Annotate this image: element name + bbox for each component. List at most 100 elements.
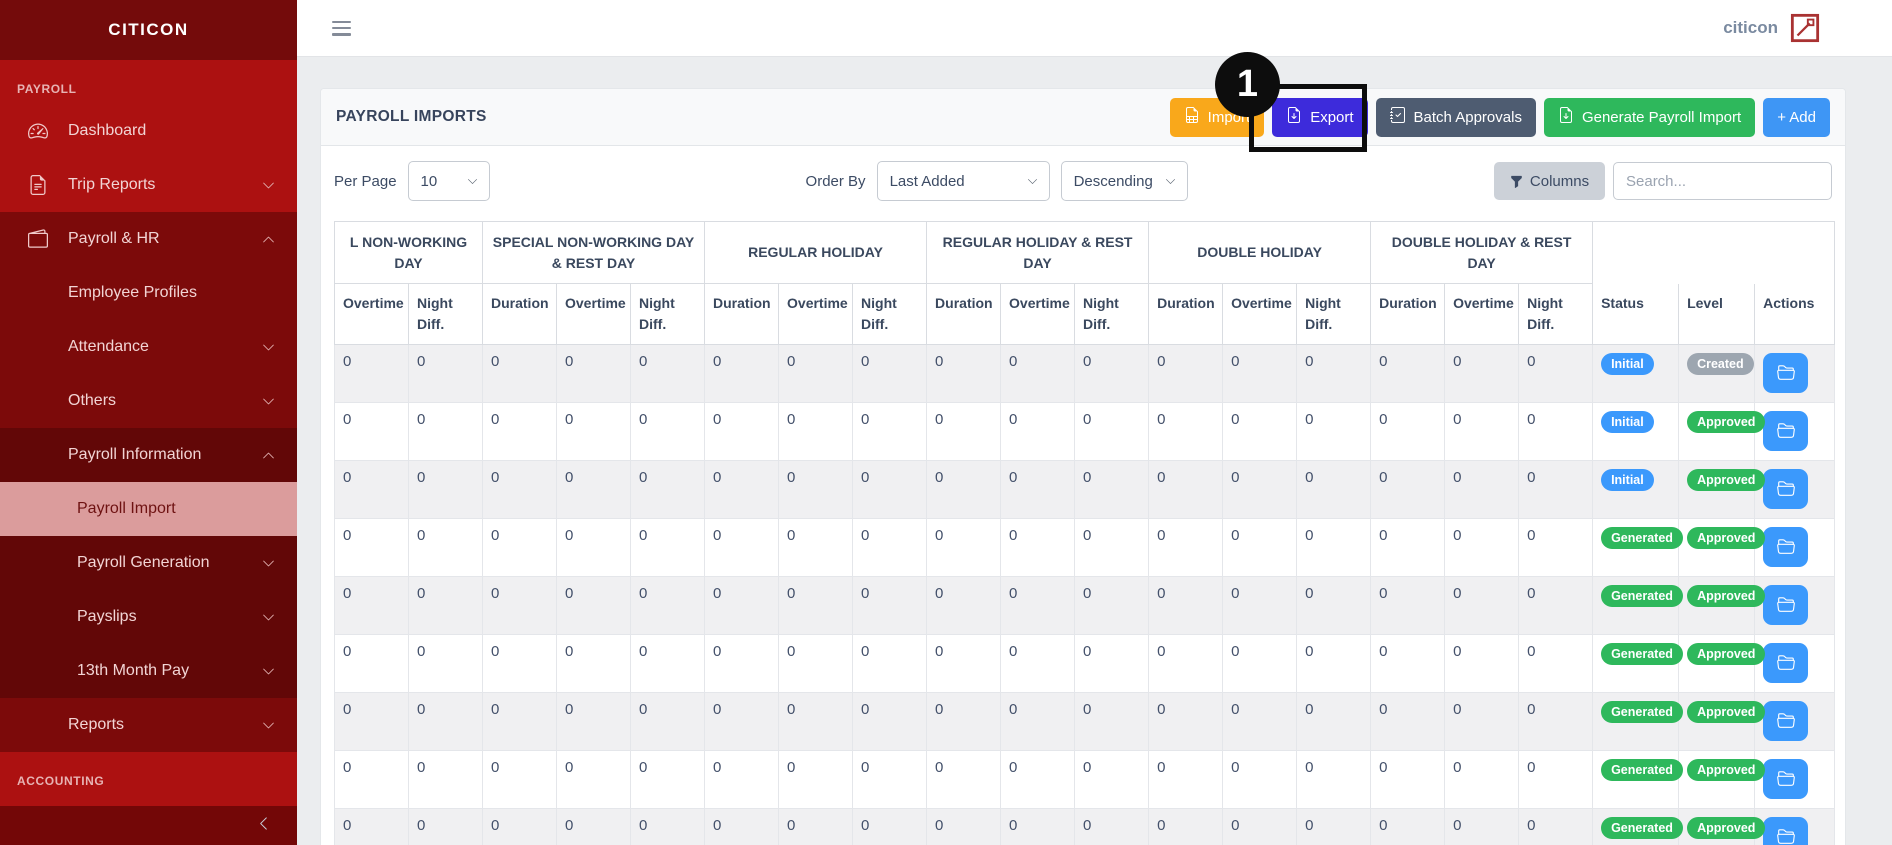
user-menu[interactable]: citicon (1723, 18, 1778, 38)
value-cell: 0 (852, 576, 928, 635)
sidebar-item-trip-reports[interactable]: Trip Reports (0, 158, 297, 212)
sidebar-item-dashboard[interactable]: Dashboard (0, 104, 297, 158)
folder-open-icon (1776, 479, 1795, 500)
open-record-button[interactable] (1763, 643, 1809, 683)
open-record-button[interactable] (1763, 817, 1809, 845)
actions-cell (1754, 402, 1836, 461)
sidebar-item-label: Attendance (68, 338, 149, 355)
value-cell: 0 (1444, 750, 1520, 809)
value-cell: 0 (926, 808, 1002, 845)
approved-badge: Approved (1687, 643, 1766, 665)
sidebar-item-label: Payslips (77, 608, 137, 625)
value-cell: 0 (778, 808, 854, 845)
sidebar-item-reports[interactable]: Reports (0, 698, 297, 752)
value-cell: 0 (1370, 518, 1446, 577)
value-cell: 0 (1222, 808, 1298, 845)
sidebar-item-label: Trip Reports (68, 176, 156, 193)
sidebar-item-attendance[interactable]: Attendance (0, 320, 297, 374)
value-cell: 0 (556, 518, 631, 577)
open-record-button[interactable] (1763, 701, 1809, 741)
column-header-night-diff: Night Diff. (1518, 283, 1594, 345)
batch-approvals-button[interactable]: Batch Approvals (1375, 97, 1536, 137)
topbar: citicon (297, 0, 1892, 57)
value-cell: 0 (704, 750, 780, 809)
sidebar-item-others[interactable]: Others (0, 374, 297, 428)
actions-cell (1754, 634, 1836, 693)
journal-check-icon (1389, 107, 1406, 127)
value-cell: 0 (482, 460, 557, 519)
search-input[interactable] (1613, 162, 1832, 200)
value-cell: 0 (778, 750, 854, 809)
value-cell: 0 (704, 518, 780, 577)
value-cell: 0 (852, 750, 928, 809)
open-record-button[interactable] (1763, 469, 1809, 509)
per-page-select[interactable]: 10 (407, 161, 490, 201)
status-cell: Generated (1592, 808, 1683, 845)
per-page-label: Per Page (334, 172, 397, 190)
sidebar-item-13th-month-pay[interactable]: 13th Month Pay (0, 644, 297, 698)
chevron-down-icon (1027, 178, 1037, 184)
value-cell: 0 (926, 750, 1002, 809)
table-row: 0 0 0 0 0 0 0 0 0 0 0 0 0 0 0 0 0 Generated Approved (334, 692, 1836, 751)
brand-logo: CITICON (0, 0, 297, 60)
value-cell: 0 (778, 518, 854, 577)
sidebar-item-payroll-hr[interactable]: Payroll & HR (0, 212, 297, 266)
approved-badge: Approved (1687, 527, 1766, 549)
add-button[interactable]: + Add (1763, 97, 1830, 137)
value-cell: 0 (1444, 576, 1520, 635)
table-row: 0 0 0 0 0 0 0 0 0 0 0 0 0 0 0 0 0 Initial Approved (334, 402, 1836, 461)
value-cell: 0 (1148, 460, 1224, 519)
created-badge: Created (1687, 353, 1754, 375)
value-cell: 0 (1148, 576, 1224, 635)
status-cell: Generated (1592, 692, 1683, 751)
value-cell: 0 (408, 692, 483, 751)
table-row: 0 0 0 0 0 0 0 0 0 0 0 0 0 0 0 0 0 Generated Approved (334, 750, 1836, 809)
value-cell: 0 (704, 808, 780, 845)
open-record-button[interactable] (1763, 759, 1809, 799)
approved-badge: Approved (1687, 817, 1766, 839)
column-header-duration: Duration (1148, 283, 1224, 345)
generated-badge: Generated (1601, 817, 1683, 839)
payroll-imports-table: L NON-WORKING DAY SPECIAL NON-WORKING DAY… (334, 221, 1836, 845)
value-cell: 0 (334, 692, 409, 751)
sidebar-item-label: Payroll Information (68, 446, 202, 463)
order-direction-select[interactable]: Descending (1060, 161, 1188, 201)
value-cell: 0 (629, 692, 706, 751)
value-cell: 0 (1296, 634, 1372, 693)
chevron-down-icon (467, 178, 477, 184)
generate-payroll-import-button[interactable]: Generate Payroll Import (1543, 97, 1756, 137)
value-cell: 0 (1000, 576, 1076, 635)
sidebar-item-payroll-information[interactable]: Payroll Information (0, 428, 297, 482)
open-record-button[interactable] (1763, 585, 1809, 625)
open-record-button[interactable] (1763, 411, 1809, 451)
folder-open-icon (1776, 711, 1795, 732)
sidebar-collapse-button[interactable] (0, 806, 297, 845)
import-button[interactable]: Import (1169, 97, 1265, 137)
sidebar-item-employee-profiles[interactable]: Employee Profiles (0, 266, 297, 320)
hamburger-menu-icon[interactable] (332, 20, 352, 36)
value-cell: 0 (408, 460, 483, 519)
column-group-regular-holiday: REGULAR HOLIDAY (704, 221, 928, 284)
folder-open-icon (1776, 363, 1795, 384)
sidebar-item-payroll-generation[interactable]: Payroll Generation (0, 536, 297, 590)
value-cell: 0 (408, 344, 483, 403)
value-cell: 0 (1296, 402, 1372, 461)
value-cell: 0 (334, 344, 409, 403)
sidebar-item-payroll-import[interactable]: Payroll Import (0, 482, 297, 536)
value-cell: 0 (1000, 402, 1076, 461)
column-header-duration: Duration (1370, 283, 1446, 345)
value-cell: 0 (334, 634, 409, 693)
export-button[interactable]: Export (1272, 97, 1368, 137)
order-by-select[interactable]: Last Added (876, 161, 1050, 201)
value-cell: 0 (1444, 402, 1520, 461)
open-record-button[interactable] (1763, 353, 1809, 393)
column-header-night-diff: Night Diff. (408, 283, 483, 345)
table-row: 0 0 0 0 0 0 0 0 0 0 0 0 0 0 0 0 0 Generated Approved (334, 518, 1836, 577)
open-record-button[interactable] (1763, 527, 1809, 567)
value-cell: 0 (852, 692, 928, 751)
level-cell: Approved (1678, 518, 1766, 577)
sidebar-item-payslips[interactable]: Payslips (0, 590, 297, 644)
columns-button[interactable]: Columns (1494, 162, 1605, 200)
chevron-down-icon (262, 341, 275, 354)
value-cell: 0 (1000, 344, 1076, 403)
